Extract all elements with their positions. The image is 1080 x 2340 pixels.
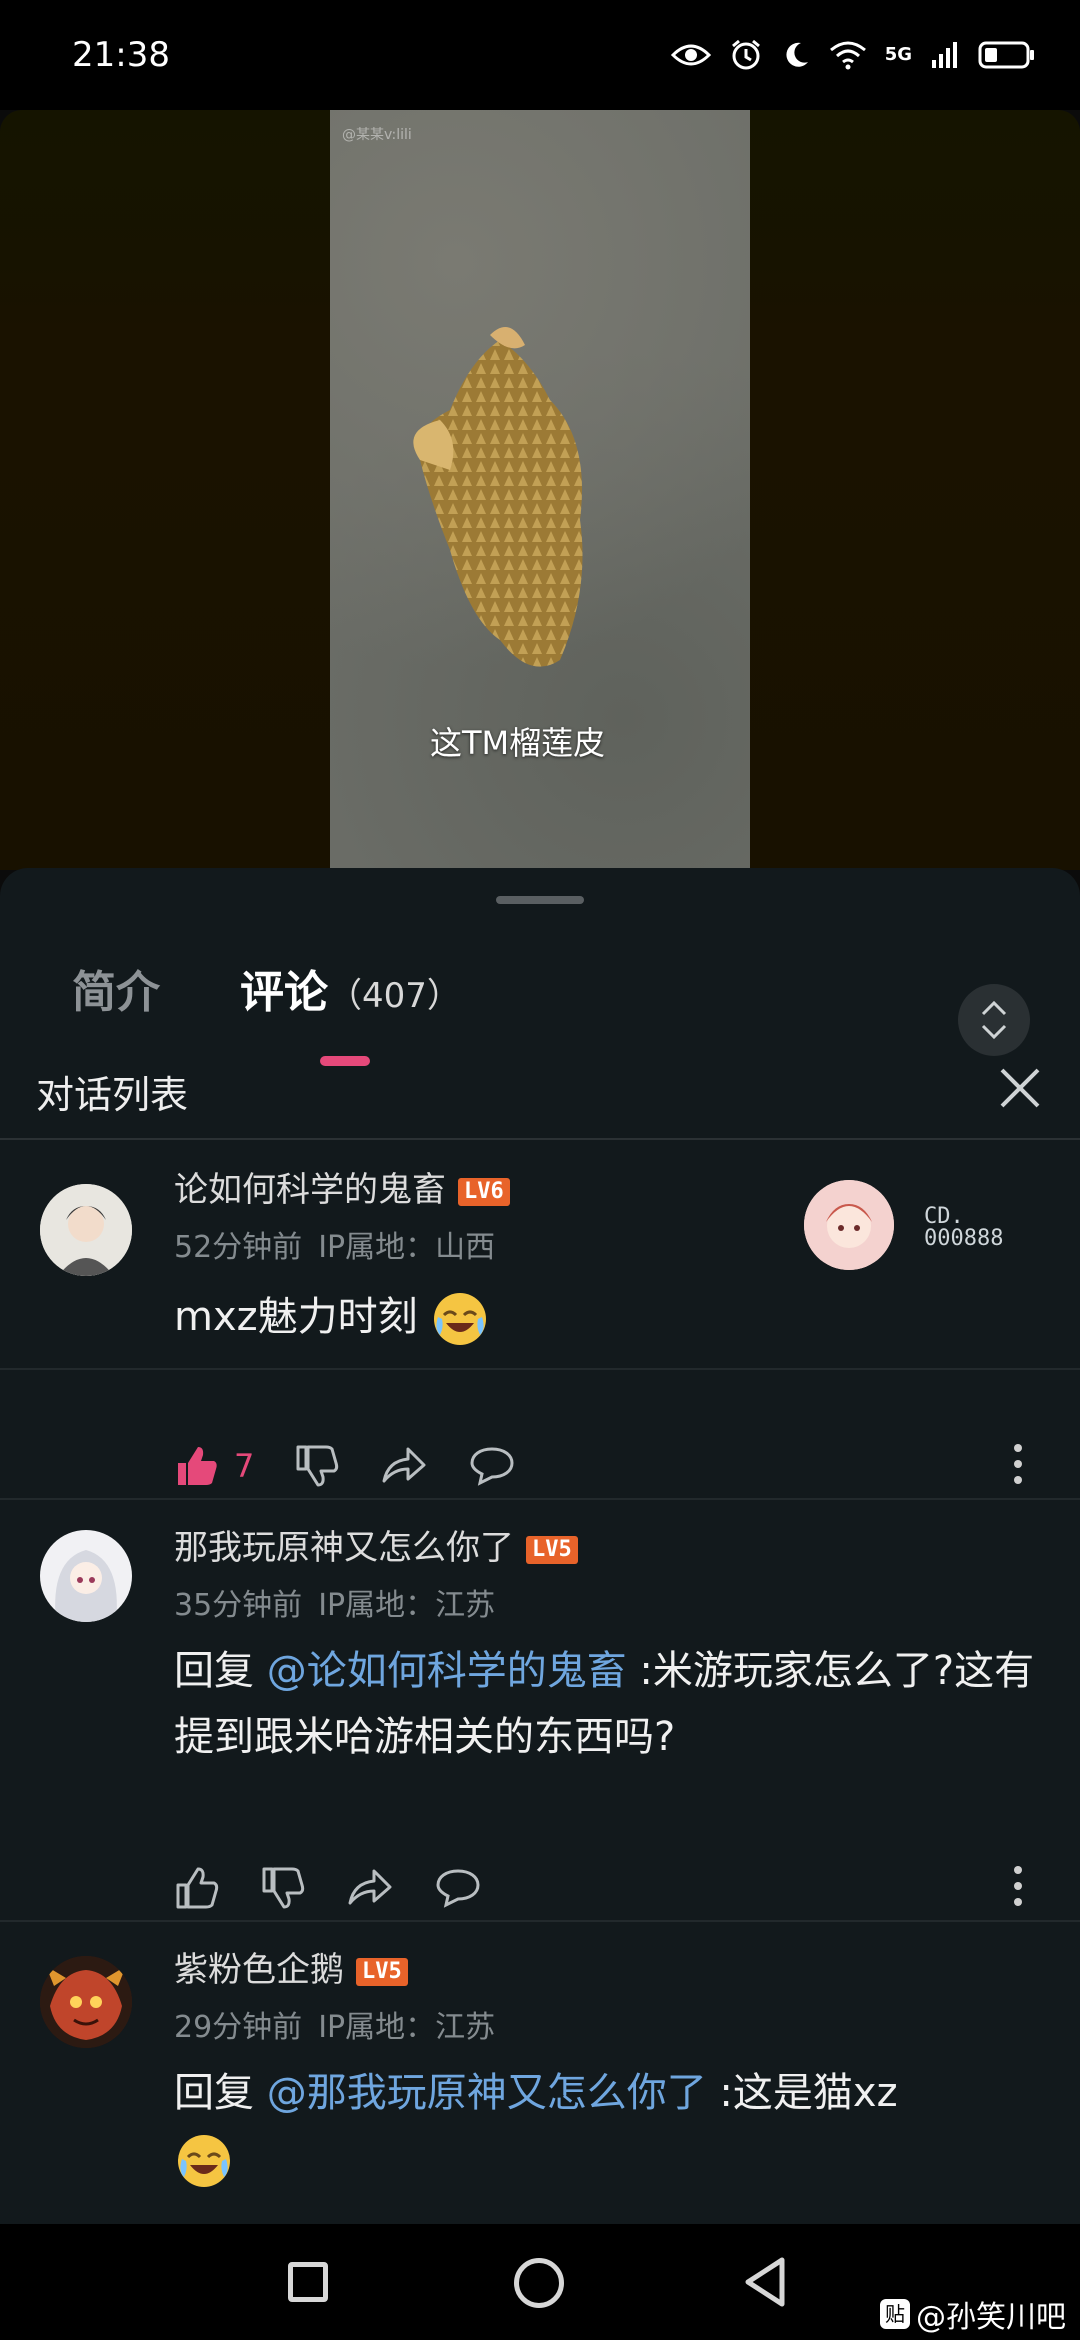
- comment-count: （407）: [328, 976, 461, 1016]
- username[interactable]: 那我玩原神又怎么你了 LV5: [174, 1520, 578, 1569]
- username[interactable]: 论如何科学的鬼畜 LV6: [174, 1162, 510, 1211]
- username-text: 那我玩原神又怎么你了: [174, 1528, 514, 1568]
- share-icon: [382, 1447, 426, 1483]
- more-options-icon[interactable]: [1010, 1442, 1026, 1486]
- fan-badge-avatar[interactable]: [804, 1180, 894, 1270]
- comment-item: 紫粉色企鹅 LV5 29分钟前 IP属地：江苏 回复 @那我玩原神又怎么你了 :这是…: [0, 1922, 1080, 2224]
- comment-meta: 35分钟前 IP属地：江苏: [174, 1580, 511, 1624]
- comment-item: 论如何科学的鬼畜 LV6 52分钟前 IP属地：山西 CD. 000888 mxz魅力…: [0, 1140, 1080, 1370]
- comment-sheet: 简介 评论（407） 对话列表 论如何科学的鬼畜 LV6 52分钟前 IP属地：山西…: [0, 868, 1080, 2224]
- comment-bubble-icon: [470, 1447, 514, 1486]
- reply-prefix: 回复: [174, 1648, 267, 1694]
- dialog-title: 对话列表: [36, 1073, 189, 1117]
- level-badge: LV6: [458, 1177, 510, 1206]
- like-button[interactable]: [174, 1865, 220, 1911]
- share-button[interactable]: [380, 1443, 428, 1489]
- comment-text-body: :这是猫xz: [706, 2070, 898, 2116]
- mention-link[interactable]: @论如何科学的鬼畜: [267, 1648, 627, 1694]
- status-icons: 5G: [670, 38, 1036, 72]
- reply-button[interactable]: [434, 1865, 482, 1911]
- recents-button[interactable]: [288, 2262, 328, 2302]
- fan-badge-line1: CD.: [924, 1204, 964, 1229]
- video-subtitle: 这TM榴莲皮: [430, 724, 606, 762]
- avatar[interactable]: [40, 1184, 132, 1276]
- more-options-icon[interactable]: [1010, 1864, 1026, 1908]
- close-icon[interactable]: [996, 1064, 1044, 1112]
- video-watermark: @某某v:lili: [342, 127, 412, 143]
- action-bar: [174, 1858, 1050, 1918]
- source-watermark: 贴 @孙笑川吧: [880, 2292, 1066, 2336]
- ip-location: IP属地：山西: [318, 1230, 496, 1265]
- tab-comments-label: 评论: [240, 967, 328, 1018]
- like-count: 7: [234, 1447, 255, 1485]
- thumbs-down-icon: [262, 1867, 305, 1909]
- dislike-button[interactable]: [260, 1865, 306, 1911]
- action-bar: 7: [174, 1436, 1050, 1496]
- tab-comments[interactable]: 评论（407）: [240, 956, 461, 1020]
- eye-icon: [670, 44, 711, 66]
- thumbs-down-icon: [296, 1445, 339, 1487]
- signal-icon: [932, 42, 957, 68]
- avatar-image: [40, 1956, 132, 2048]
- comment-bubble-icon: [436, 1869, 480, 1908]
- level-badge: LV5: [526, 1535, 578, 1564]
- fan-badge-line2: 000888: [924, 1226, 1004, 1251]
- laugh-cry-emoji-icon: [178, 2135, 230, 2187]
- comment-time: 29分钟前: [174, 2010, 303, 2045]
- comment-time: 35分钟前: [174, 1588, 303, 1623]
- avatar-image: [40, 1184, 132, 1276]
- username[interactable]: 紫粉色企鹅 LV5: [174, 1942, 408, 1991]
- ip-location: IP属地：江苏: [318, 2010, 496, 2045]
- laugh-cry-emoji-icon: [434, 1293, 487, 1345]
- dislike-button[interactable]: [294, 1443, 340, 1489]
- reply-prefix: 回复: [174, 2070, 267, 2116]
- network-type: 5G: [884, 44, 912, 65]
- fan-badge-image: [804, 1180, 894, 1270]
- fan-badge-label: CD. 000888: [924, 1206, 1003, 1250]
- level-badge: LV5: [356, 1957, 408, 1986]
- comment-text[interactable]: 回复 @论如何科学的鬼畜 :米游玩家怎么了?这有提到跟米哈游相关的东西吗?: [174, 1638, 1050, 1770]
- comment-meta: 29分钟前 IP属地：江苏: [174, 2002, 511, 2046]
- thumbs-up-icon: [176, 1867, 219, 1909]
- avatar[interactable]: [40, 1530, 132, 1622]
- home-button[interactable]: [514, 2258, 564, 2308]
- reply-button[interactable]: [468, 1443, 516, 1489]
- comment-item: 那我玩原神又怎么你了 LV5 35分钟前 IP属地：江苏 回复 @论如何科学的鬼畜 …: [0, 1500, 1080, 1920]
- watermark-text: @孙笑川吧: [916, 2300, 1066, 2335]
- tab-bar: 简介 评论（407）: [0, 928, 1080, 1066]
- durian-peel-image: [413, 327, 583, 667]
- drag-handle[interactable]: [496, 896, 584, 904]
- comment-text[interactable]: mxz魅力时刻: [174, 1284, 1050, 1350]
- alarm-icon: [731, 39, 760, 70]
- system-nav-bar: 贴 @孙笑川吧: [0, 2224, 1080, 2340]
- username-text: 紫粉色企鹅: [174, 1950, 344, 1990]
- comment-time: 52分钟前: [174, 1230, 303, 1265]
- like-button[interactable]: 7: [174, 1443, 254, 1489]
- status-time: 21:38: [72, 35, 170, 75]
- avatar[interactable]: [40, 1956, 132, 2048]
- dialog-header: 对话列表: [0, 1038, 1080, 1140]
- thumbs-up-filled-icon: [178, 1447, 217, 1485]
- ip-location: IP属地：江苏: [318, 1588, 496, 1623]
- battery-icon: [978, 41, 1034, 69]
- comment-meta: 52分钟前 IP属地：山西: [174, 1222, 511, 1266]
- username-text: 论如何科学的鬼畜: [174, 1170, 446, 1210]
- moon-icon: [786, 42, 808, 67]
- status-bar: 21:38 5G: [0, 0, 1080, 110]
- share-icon: [348, 1869, 392, 1905]
- tieba-logo: 贴: [880, 2299, 910, 2329]
- comment-text-body: mxz魅力时刻: [174, 1294, 418, 1340]
- back-button[interactable]: [742, 2256, 788, 2308]
- share-button[interactable]: [346, 1865, 394, 1911]
- wifi-icon: [829, 41, 866, 70]
- tab-intro[interactable]: 简介: [72, 956, 160, 1020]
- video-player[interactable]: @某某v:lili 这TM榴莲皮: [330, 110, 750, 870]
- comment-text[interactable]: 回复 @那我玩原神又怎么你了 :这是猫xz: [174, 2060, 1050, 2192]
- mention-link[interactable]: @那我玩原神又怎么你了: [267, 2070, 707, 2116]
- avatar-image: [40, 1530, 132, 1622]
- chevron-up-down-icon: [981, 1000, 1007, 1040]
